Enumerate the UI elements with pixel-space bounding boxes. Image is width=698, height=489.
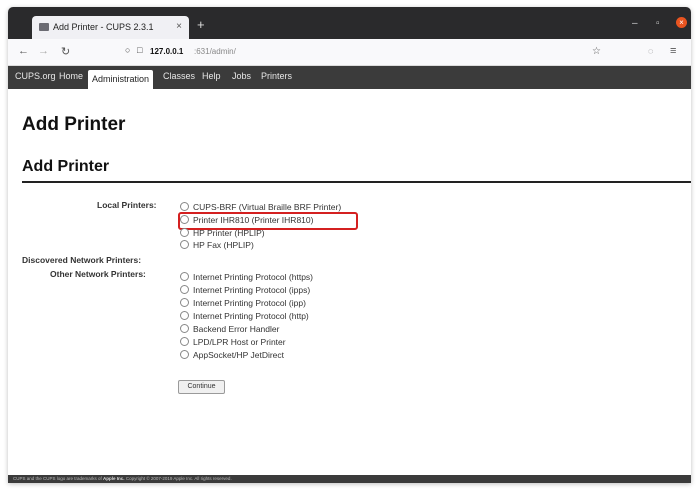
navigation-bar: ← → ↻ ○ □ 127.0.0.1 :631/admin/ ☆ ◌ ≡: [8, 39, 691, 66]
option-label: Internet Printing Protocol (ipp): [193, 298, 306, 308]
option-label: HP Fax (HPLIP): [193, 240, 254, 250]
url-bar[interactable]: ○ □ 127.0.0.1 :631/admin/: [123, 44, 595, 60]
url-host: 127.0.0.1: [150, 47, 184, 56]
radio-option[interactable]: LPD/LPR Host or Printer: [180, 337, 286, 349]
radio-button[interactable]: [180, 324, 189, 333]
page-icon: □: [137, 45, 143, 55]
tab-bar: Add Printer - CUPS 2.3.1 × + – ▫ ×: [8, 7, 691, 39]
radio-option[interactable]: HP Printer (HPLIP): [180, 228, 265, 240]
maximize-icon[interactable]: ▫: [656, 18, 660, 29]
page-title: Add Printer: [22, 114, 126, 135]
star-icon[interactable]: ☆: [592, 46, 601, 57]
footer-link[interactable]: Apple Inc.: [103, 476, 125, 481]
shield-icon: ○: [125, 45, 131, 55]
radio-button[interactable]: [180, 202, 189, 211]
option-label: HP Printer (HPLIP): [193, 228, 265, 238]
browser-tab[interactable]: Add Printer - CUPS 2.3.1 ×: [32, 16, 189, 39]
shield-icon[interactable]: ◌: [648, 46, 653, 56]
option-label: Internet Printing Protocol (http): [193, 311, 309, 321]
plus-icon[interactable]: +: [197, 17, 205, 32]
browser-window: Add Printer - CUPS 2.3.1 × + – ▫ × ← → ↻…: [8, 7, 691, 483]
radio-button[interactable]: [180, 272, 189, 281]
radio-option[interactable]: Internet Printing Protocol (ipps): [180, 285, 310, 297]
radio-option[interactable]: HP Fax (HPLIP): [180, 240, 254, 252]
continue-button[interactable]: Continue: [178, 380, 225, 394]
radio-button[interactable]: [180, 350, 189, 359]
option-label: Internet Printing Protocol (ipps): [193, 285, 311, 295]
back-icon[interactable]: ←: [18, 45, 29, 57]
minimize-icon[interactable]: –: [632, 18, 638, 29]
footer-text: CUPS and the CUPS logo are trademarks of: [13, 476, 104, 481]
radio-option[interactable]: AppSocket/HP JetDirect: [180, 350, 284, 362]
nav-administration[interactable]: Administration: [88, 70, 154, 89]
radio-button[interactable]: [180, 240, 189, 249]
radio-button[interactable]: [180, 311, 189, 320]
hamburger-menu-icon[interactable]: ≡: [670, 45, 676, 57]
option-label: Internet Printing Protocol (https): [193, 272, 314, 282]
radio-button[interactable]: [180, 228, 189, 237]
nav-home[interactable]: Home: [59, 71, 83, 89]
nav-help[interactable]: Help: [202, 71, 221, 89]
radio-button[interactable]: [180, 337, 189, 346]
url-path: :631/admin/: [194, 47, 236, 56]
radio-option[interactable]: Internet Printing Protocol (http): [180, 311, 309, 323]
page-footer: CUPS and the CUPS logo are trademarks of…: [8, 475, 691, 483]
radio-button[interactable]: [180, 298, 189, 307]
section-title: Add Printer: [22, 158, 110, 175]
section-divider: [22, 181, 691, 183]
page-content: Add Printer Add Printer Local Printers: …: [8, 89, 691, 475]
reload-icon[interactable]: ↻: [61, 45, 70, 58]
radio-option[interactable]: Backend Error Handler: [180, 324, 279, 336]
other-printers-label: Other Network Printers:: [50, 269, 146, 279]
discovered-printers-label: Discovered Network Printers:: [22, 255, 142, 265]
option-label: LPD/LPR Host or Printer: [193, 337, 286, 347]
close-icon[interactable]: ×: [176, 21, 182, 32]
local-printers-label: Local Printers:: [97, 200, 157, 210]
option-label: Backend Error Handler: [193, 324, 280, 334]
option-label: AppSocket/HP JetDirect: [193, 350, 285, 360]
cups-nav: CUPS.org Home Administration Classes Hel…: [8, 66, 691, 89]
option-label: CUPS-BRF (Virtual Braille BRF Printer): [193, 202, 342, 212]
nav-classes[interactable]: Classes: [163, 71, 195, 89]
window-close-icon[interactable]: ×: [676, 17, 687, 28]
forward-icon[interactable]: →: [38, 45, 49, 57]
nav-cups-org[interactable]: CUPS.org: [15, 71, 56, 89]
radio-option[interactable]: Internet Printing Protocol (ipp): [180, 298, 306, 310]
document-icon: [39, 23, 49, 31]
footer-text: Copyright © 2007-2019 Apple Inc. All rig…: [124, 476, 232, 481]
radio-option[interactable]: Internet Printing Protocol (https): [180, 272, 313, 284]
nav-printers[interactable]: Printers: [261, 71, 292, 89]
radio-button[interactable]: [180, 285, 189, 294]
nav-jobs[interactable]: Jobs: [232, 71, 251, 89]
tab-title: Add Printer - CUPS 2.3.1: [53, 22, 154, 32]
